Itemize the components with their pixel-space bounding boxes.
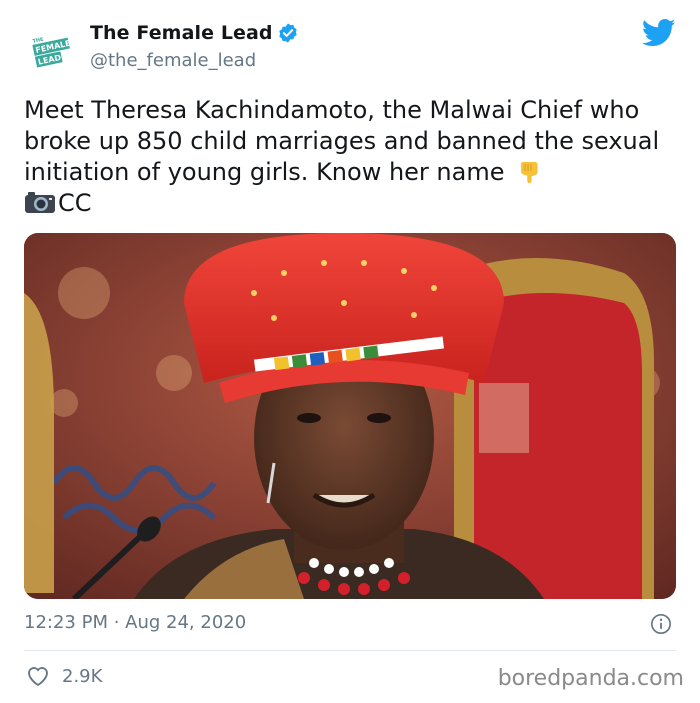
twitter-bird-icon[interactable] xyxy=(642,18,676,48)
tweet-photo[interactable] xyxy=(24,233,676,599)
watermark: boredpanda.com xyxy=(497,666,684,691)
account-handle[interactable]: @the_female_lead xyxy=(90,50,256,71)
backhand-index-pointing-down-emoji xyxy=(521,162,538,184)
camera-emoji xyxy=(25,192,55,213)
display-name[interactable]: The Female Lead xyxy=(90,22,273,44)
like-action[interactable]: 2.9K xyxy=(26,665,102,687)
name-row: The Female Lead xyxy=(90,22,299,44)
tweet-credit: CC xyxy=(58,189,92,217)
heart-icon[interactable] xyxy=(26,665,50,687)
tweet-text: Meet Theresa Kachindamoto, the Malwai Ch… xyxy=(24,95,684,219)
like-count: 2.9K xyxy=(62,665,103,687)
account-avatar[interactable]: THE FEMALE LEAD xyxy=(24,18,80,74)
tweet-text-main: Meet Theresa Kachindamoto, the Malwai Ch… xyxy=(24,96,660,186)
info-icon[interactable] xyxy=(650,613,672,635)
female-lead-logo: THE FEMALE LEAD xyxy=(32,37,71,68)
verified-badge-icon xyxy=(278,23,297,43)
divider xyxy=(24,650,676,651)
tweet-card: THE FEMALE LEAD The Female Lead @the_fem… xyxy=(0,0,700,703)
tweet-timestamp[interactable]: 12:23 PM · Aug 24, 2020 xyxy=(24,612,246,633)
portrait-photo xyxy=(24,233,676,599)
